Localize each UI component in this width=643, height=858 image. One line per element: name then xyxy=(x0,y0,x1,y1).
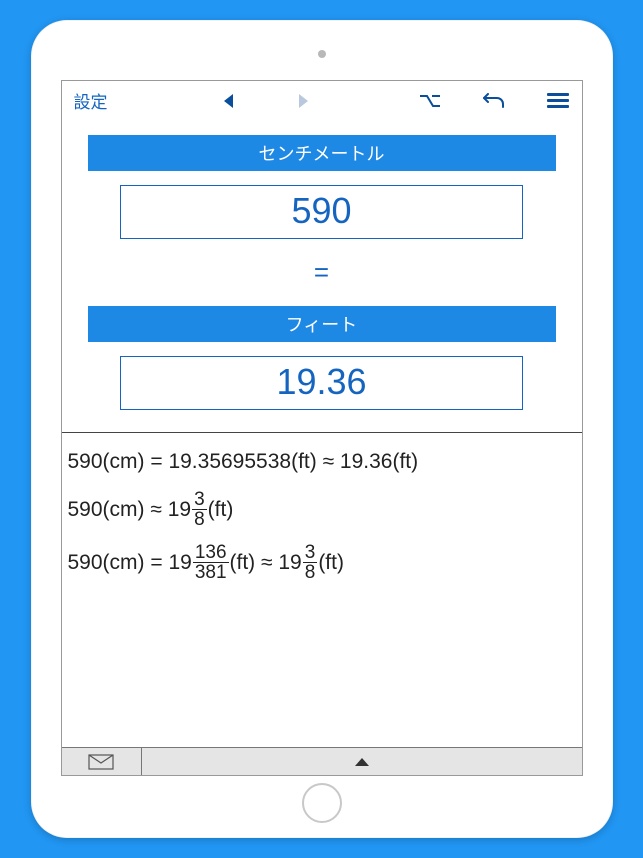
fraction: 3 8 xyxy=(303,543,318,582)
fraction: 136 381 xyxy=(193,543,229,582)
expand-button[interactable] xyxy=(142,748,582,775)
fraction-denominator: 8 xyxy=(192,510,207,529)
fraction-denominator: 8 xyxy=(303,563,318,582)
forward-button[interactable] xyxy=(291,89,315,113)
home-button[interactable] xyxy=(302,783,342,823)
undo-button[interactable] xyxy=(482,89,506,113)
mail-button[interactable] xyxy=(62,748,142,775)
fraction-denominator: 381 xyxy=(193,563,229,582)
menu-button[interactable] xyxy=(546,89,570,113)
fraction-numerator: 3 xyxy=(303,543,318,563)
equals-sign: = xyxy=(314,257,329,288)
tablet-frame: 設定 xyxy=(31,20,613,838)
to-value-output[interactable]: 19.36 xyxy=(120,356,522,410)
result-text: 590(cm) ≈ 19 xyxy=(68,495,192,524)
option-button[interactable] xyxy=(418,89,442,113)
fraction-numerator: 136 xyxy=(193,543,229,563)
mail-icon xyxy=(88,754,114,770)
result-text: (ft) ≈ 19 xyxy=(230,548,302,577)
result-text: (ft) xyxy=(208,495,234,524)
back-button[interactable] xyxy=(217,89,241,113)
triangle-left-icon xyxy=(223,93,235,109)
camera-dot xyxy=(318,50,326,58)
results-panel: 590(cm) = 19.35695538(ft) ≈ 19.36(ft) 59… xyxy=(62,433,582,747)
from-value-input[interactable]: 590 xyxy=(120,185,522,239)
toolbar: 設定 xyxy=(62,81,582,121)
menu-icon xyxy=(547,93,569,108)
result-text: (ft) xyxy=(318,548,344,577)
undo-icon xyxy=(483,93,505,109)
conversion-panel: センチメートル 590 = フィート 19.36 xyxy=(62,121,582,433)
result-text: 590(cm) = 19 xyxy=(68,548,192,577)
nav-group xyxy=(217,89,315,113)
app-screen: 設定 xyxy=(61,80,583,776)
from-unit-label[interactable]: センチメートル xyxy=(88,135,556,171)
toolbar-right-group xyxy=(418,89,576,113)
bottom-bar xyxy=(62,747,582,775)
triangle-up-icon xyxy=(354,757,370,767)
settings-button[interactable]: 設定 xyxy=(68,88,114,113)
result-text: 590(cm) = 19.35695538(ft) ≈ 19.36(ft) xyxy=(68,447,419,476)
option-key-icon xyxy=(419,94,441,108)
result-line-1: 590(cm) = 19.35695538(ft) ≈ 19.36(ft) xyxy=(68,447,576,476)
fraction: 3 8 xyxy=(192,490,207,529)
triangle-right-icon xyxy=(297,93,309,109)
fraction-numerator: 3 xyxy=(192,490,207,510)
result-line-3: 590(cm) = 19 136 381 (ft) ≈ 19 3 8 (ft) xyxy=(68,543,576,582)
result-line-2: 590(cm) ≈ 19 3 8 (ft) xyxy=(68,490,576,529)
to-unit-label[interactable]: フィート xyxy=(88,306,556,342)
